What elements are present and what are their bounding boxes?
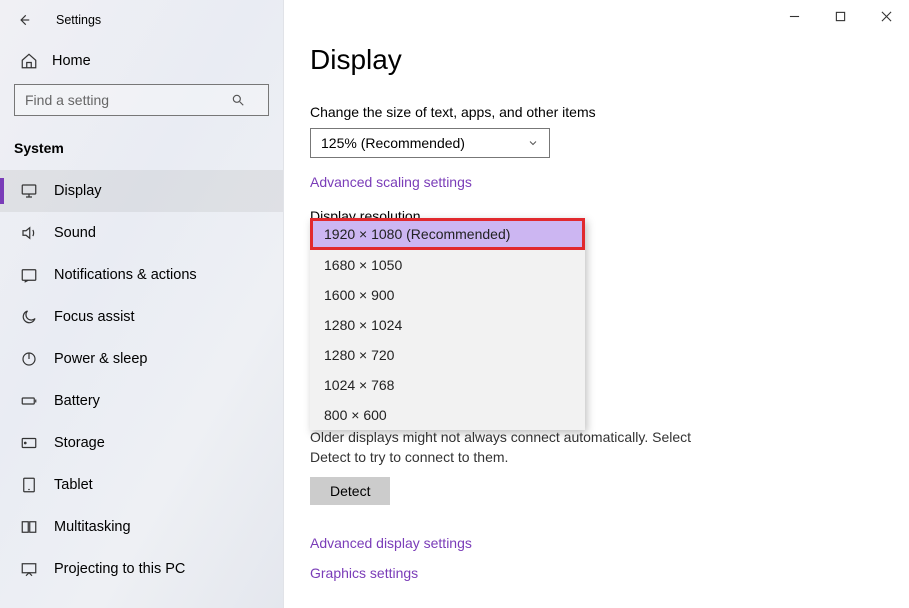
sidebar-item-display[interactable]: Display <box>0 170 283 212</box>
sidebar-item-label: Sound <box>54 225 96 241</box>
settings-sidebar: Settings Home System Display Sound <box>0 0 284 608</box>
scale-label: Change the size of text, apps, and other… <box>310 104 879 120</box>
moon-icon <box>20 308 38 326</box>
sidebar-item-multitasking[interactable]: Multitasking <box>0 506 283 548</box>
home-icon <box>20 52 38 70</box>
main-content: Display Change the size of text, apps, a… <box>284 0 909 608</box>
projecting-icon <box>20 560 38 578</box>
battery-icon <box>20 392 38 410</box>
resolution-option[interactable]: 1280 × 1024 <box>310 310 585 340</box>
back-arrow-icon <box>17 13 31 27</box>
storage-icon <box>20 434 38 452</box>
sidebar-item-label: Multitasking <box>54 519 131 535</box>
graphics-settings-link[interactable]: Graphics settings <box>310 565 879 581</box>
sidebar-item-label: Storage <box>54 435 105 451</box>
sidebar-item-label: Battery <box>54 393 100 409</box>
sidebar-item-focus-assist[interactable]: Focus assist <box>0 296 283 338</box>
sidebar-item-sound[interactable]: Sound <box>0 212 283 254</box>
sidebar-item-storage[interactable]: Storage <box>0 422 283 464</box>
category-title: System <box>0 116 283 170</box>
sidebar-item-notifications[interactable]: Notifications & actions <box>0 254 283 296</box>
page-title: Display <box>310 44 879 76</box>
window-title: Settings <box>56 13 271 27</box>
notifications-icon <box>20 266 38 284</box>
close-button[interactable] <box>863 0 909 32</box>
sidebar-item-projecting[interactable]: Projecting to this PC <box>0 548 283 590</box>
monitor-icon <box>20 182 38 200</box>
home-label: Home <box>52 53 91 69</box>
chevron-down-icon <box>527 137 539 149</box>
tablet-icon <box>20 476 38 494</box>
sidebar-item-label: Power & sleep <box>54 351 148 367</box>
detect-button[interactable]: Detect <box>310 477 390 505</box>
scale-combobox[interactable]: 125% (Recommended) <box>310 128 550 158</box>
resolution-option[interactable]: 1600 × 900 <box>310 280 585 310</box>
sidebar-item-label: Notifications & actions <box>54 267 197 283</box>
older-displays-text: Older displays might not always connect … <box>310 428 710 467</box>
resolution-option[interactable]: 1920 × 1080 (Recommended) <box>310 218 585 250</box>
resolution-option[interactable]: 1680 × 1050 <box>310 250 585 280</box>
sidebar-item-label: Tablet <box>54 477 93 493</box>
advanced-display-link[interactable]: Advanced display settings <box>310 535 879 551</box>
resolution-option[interactable]: 1280 × 720 <box>310 340 585 370</box>
resolution-dropdown[interactable]: 1920 × 1080 (Recommended) 1680 × 1050 16… <box>310 218 585 430</box>
sidebar-item-label: Display <box>54 183 102 199</box>
resolution-option[interactable]: 1024 × 768 <box>310 370 585 400</box>
sidebar-item-home[interactable]: Home <box>0 36 283 84</box>
sidebar-item-power-sleep[interactable]: Power & sleep <box>0 338 283 380</box>
search-input[interactable] <box>14 84 269 116</box>
sound-icon <box>20 224 38 242</box>
power-icon <box>20 350 38 368</box>
advanced-scaling-link[interactable]: Advanced scaling settings <box>310 174 879 190</box>
sidebar-item-label: Projecting to this PC <box>54 561 185 577</box>
resolution-option[interactable]: 800 × 600 <box>310 400 585 430</box>
sidebar-item-battery[interactable]: Battery <box>0 380 283 422</box>
minimize-button[interactable] <box>771 0 817 32</box>
back-button[interactable] <box>12 8 36 32</box>
scale-value: 125% (Recommended) <box>321 135 465 151</box>
sidebar-item-tablet[interactable]: Tablet <box>0 464 283 506</box>
multitasking-icon <box>20 518 38 536</box>
sidebar-item-label: Focus assist <box>54 309 135 325</box>
maximize-button[interactable] <box>817 0 863 32</box>
